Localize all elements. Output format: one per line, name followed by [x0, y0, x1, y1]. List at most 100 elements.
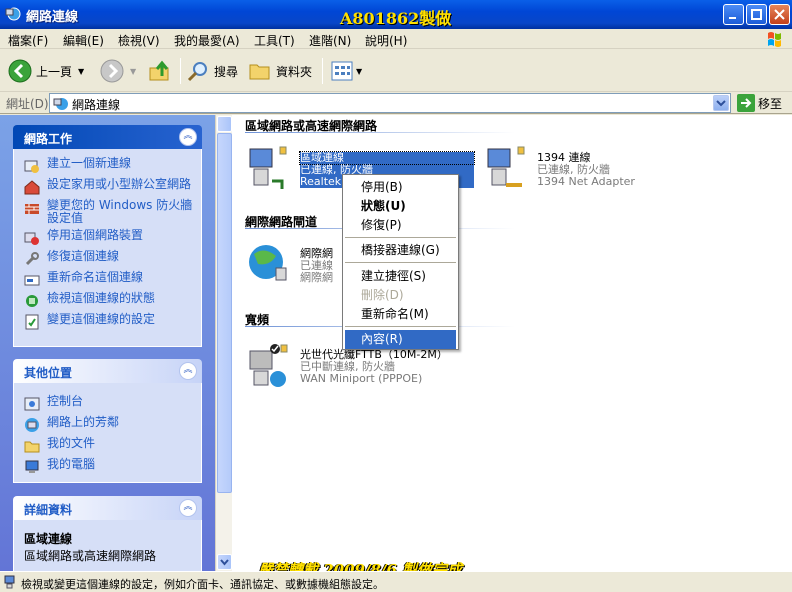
- up-folder-icon: [149, 60, 169, 81]
- settings-icon: [25, 314, 39, 330]
- collapse-icon[interactable]: ︽: [179, 362, 197, 380]
- network-places-icon: [25, 418, 39, 432]
- connection-device: 網際網: [300, 271, 333, 284]
- maximize-button[interactable]: [746, 4, 767, 25]
- menu-tools[interactable]: 工具(T): [254, 32, 295, 49]
- up-folder-button[interactable]: [148, 58, 172, 84]
- address-dropdown-button[interactable]: [713, 95, 729, 111]
- search-button[interactable]: 搜尋: [186, 58, 238, 84]
- title-watermark: A801862製做: [340, 9, 452, 28]
- home-network-icon: [24, 180, 40, 195]
- 1394-connection-item[interactable]: 1394 連線 已連線, 防火牆 1394 Net Adapter: [537, 152, 635, 188]
- new-connection-icon: [24, 160, 39, 173]
- window-title: 網路連線: [26, 10, 79, 25]
- ctx-properties[interactable]: 內容(R): [345, 330, 456, 349]
- task-label: 設定家用或小型辦公室網路: [47, 177, 192, 191]
- menu-advanced[interactable]: 進階(N): [309, 32, 351, 49]
- ctx-separator: [345, 262, 456, 263]
- windows-logo-icon: [768, 32, 781, 47]
- details-header[interactable]: 詳細資料 ︽: [13, 496, 202, 520]
- close-icon: [774, 9, 785, 20]
- group-divider: [245, 132, 515, 133]
- menu-favorites[interactable]: 我的最愛(A): [174, 32, 240, 49]
- task-view-status[interactable]: 檢視這個連線的狀態: [24, 292, 195, 309]
- search-label: 搜尋: [214, 64, 239, 79]
- status-text: 檢視或變更這個連線的設定，例如介面卡、通訊協定、或數據機組態設定。: [21, 578, 384, 591]
- control-panel-icon: [24, 397, 40, 411]
- place-my-documents[interactable]: 我的文件: [24, 437, 195, 454]
- scroll-thumb[interactable]: [217, 133, 232, 493]
- task-home-network[interactable]: 設定家用或小型辦公室網路: [24, 178, 195, 195]
- chevron-down-icon: [716, 100, 726, 107]
- folders-button[interactable]: 資料夾: [248, 58, 312, 84]
- place-label: 網路上的芳鄰: [47, 415, 120, 429]
- network-connections-icon: [53, 98, 68, 110]
- broadband-connection-icon[interactable]: [246, 343, 288, 389]
- details-line: 區域網路或高速網際網路: [24, 549, 157, 563]
- menu-edit[interactable]: 編輯(E): [63, 32, 104, 49]
- place-control-panel[interactable]: 控制台: [24, 395, 195, 412]
- back-label: 上一頁: [36, 64, 73, 79]
- address-input[interactable]: 網路連線: [49, 93, 731, 113]
- go-label: 移至: [758, 96, 783, 111]
- ctx-bridge[interactable]: 橋接器連線(G): [345, 241, 456, 260]
- back-dropdown-icon[interactable]: ▼: [78, 67, 84, 76]
- task-pane-scrollbar[interactable]: [215, 115, 232, 571]
- views-dropdown-icon[interactable]: ▼: [356, 67, 362, 76]
- folders-label: 資料夾: [276, 64, 313, 79]
- scroll-up-button[interactable]: [217, 116, 232, 132]
- maximize-icon: [751, 9, 762, 20]
- network-connection-icon: [4, 575, 15, 589]
- ctx-create-shortcut[interactable]: 建立捷徑(S): [345, 267, 456, 286]
- ctx-repair[interactable]: 修復(P): [345, 216, 456, 235]
- place-network-neighborhood[interactable]: 網路上的芳鄰: [24, 416, 195, 433]
- place-my-computer[interactable]: 我的電腦: [24, 458, 195, 475]
- internet-gateway-icon[interactable]: [246, 240, 288, 286]
- forward-dropdown-icon[interactable]: ▼: [130, 67, 136, 76]
- title-bar: 網路連線 A801862製做: [0, 0, 792, 29]
- close-button[interactable]: [769, 4, 790, 25]
- task-firewall-settings[interactable]: 變更您的 Windows 防火牆設定值: [24, 199, 195, 225]
- back-button[interactable]: 上一頁 ▼: [8, 58, 84, 84]
- ctx-rename[interactable]: 重新命名(M): [345, 305, 456, 324]
- views-button[interactable]: ▼: [330, 58, 362, 84]
- task-rename-connection[interactable]: 重新命名這個連線: [24, 271, 195, 288]
- internet-gateway-item[interactable]: 網際網 已連線 網際網: [300, 248, 333, 284]
- other-places-title: 其他位置: [24, 366, 73, 380]
- network-tasks-header[interactable]: 網路工作 ︽: [13, 125, 202, 149]
- lan-connection-icon[interactable]: [246, 145, 288, 191]
- ctx-status[interactable]: 狀態(U): [345, 197, 456, 216]
- views-icon: [331, 61, 353, 81]
- collapse-icon[interactable]: ︽: [179, 499, 197, 517]
- firewall-icon: [25, 204, 39, 214]
- place-label: 我的電腦: [47, 457, 96, 471]
- collapse-icon[interactable]: ︽: [179, 128, 197, 146]
- task-create-connection[interactable]: 建立一個新連線: [24, 157, 195, 174]
- ctx-disable[interactable]: 停用(B): [345, 178, 456, 197]
- menu-file[interactable]: 檔案(F): [8, 32, 48, 49]
- task-disable-device[interactable]: 停用這個網路裝置: [24, 229, 195, 246]
- minimize-button[interactable]: [723, 4, 744, 25]
- task-repair-connection[interactable]: 修復這個連線: [24, 250, 195, 267]
- menu-view[interactable]: 檢視(V): [118, 32, 160, 49]
- scroll-down-button[interactable]: [217, 554, 232, 570]
- 1394-connection-icon[interactable]: [484, 145, 526, 191]
- forward-button[interactable]: ▼: [100, 58, 136, 84]
- folders-icon: [249, 64, 270, 80]
- minimize-icon: [729, 17, 736, 19]
- task-label: 修復這個連線: [47, 249, 120, 263]
- address-label: 網址(D): [6, 97, 49, 111]
- task-pane: 網路工作 ︽ 建立一個新連線 設定家用或小型辦公室網路 變更您的 Windows…: [0, 115, 215, 571]
- toolbar-separator: [322, 58, 323, 84]
- disable-device-icon: [24, 232, 39, 245]
- task-label: 變更這個連線的設定: [47, 312, 156, 326]
- other-places-panel: 其他位置 ︽ 控制台 網路上的芳鄰 我的文件 我的電腦: [13, 359, 202, 483]
- other-places-header[interactable]: 其他位置 ︽: [13, 359, 202, 383]
- go-button[interactable]: 移至: [737, 94, 782, 112]
- details-panel: 詳細資料 ︽ 區域連線 區域網路或高速網際網路: [13, 496, 202, 571]
- network-tasks-title: 網路工作: [24, 132, 73, 146]
- task-change-settings[interactable]: 變更這個連線的設定: [24, 313, 195, 330]
- broadband-connection-item[interactable]: 光世代光纖FTTB（10M-2M） 已中斷連線, 防火牆 WAN Minipor…: [300, 349, 448, 385]
- menu-help[interactable]: 說明(H): [365, 32, 407, 49]
- rename-icon: [24, 275, 40, 286]
